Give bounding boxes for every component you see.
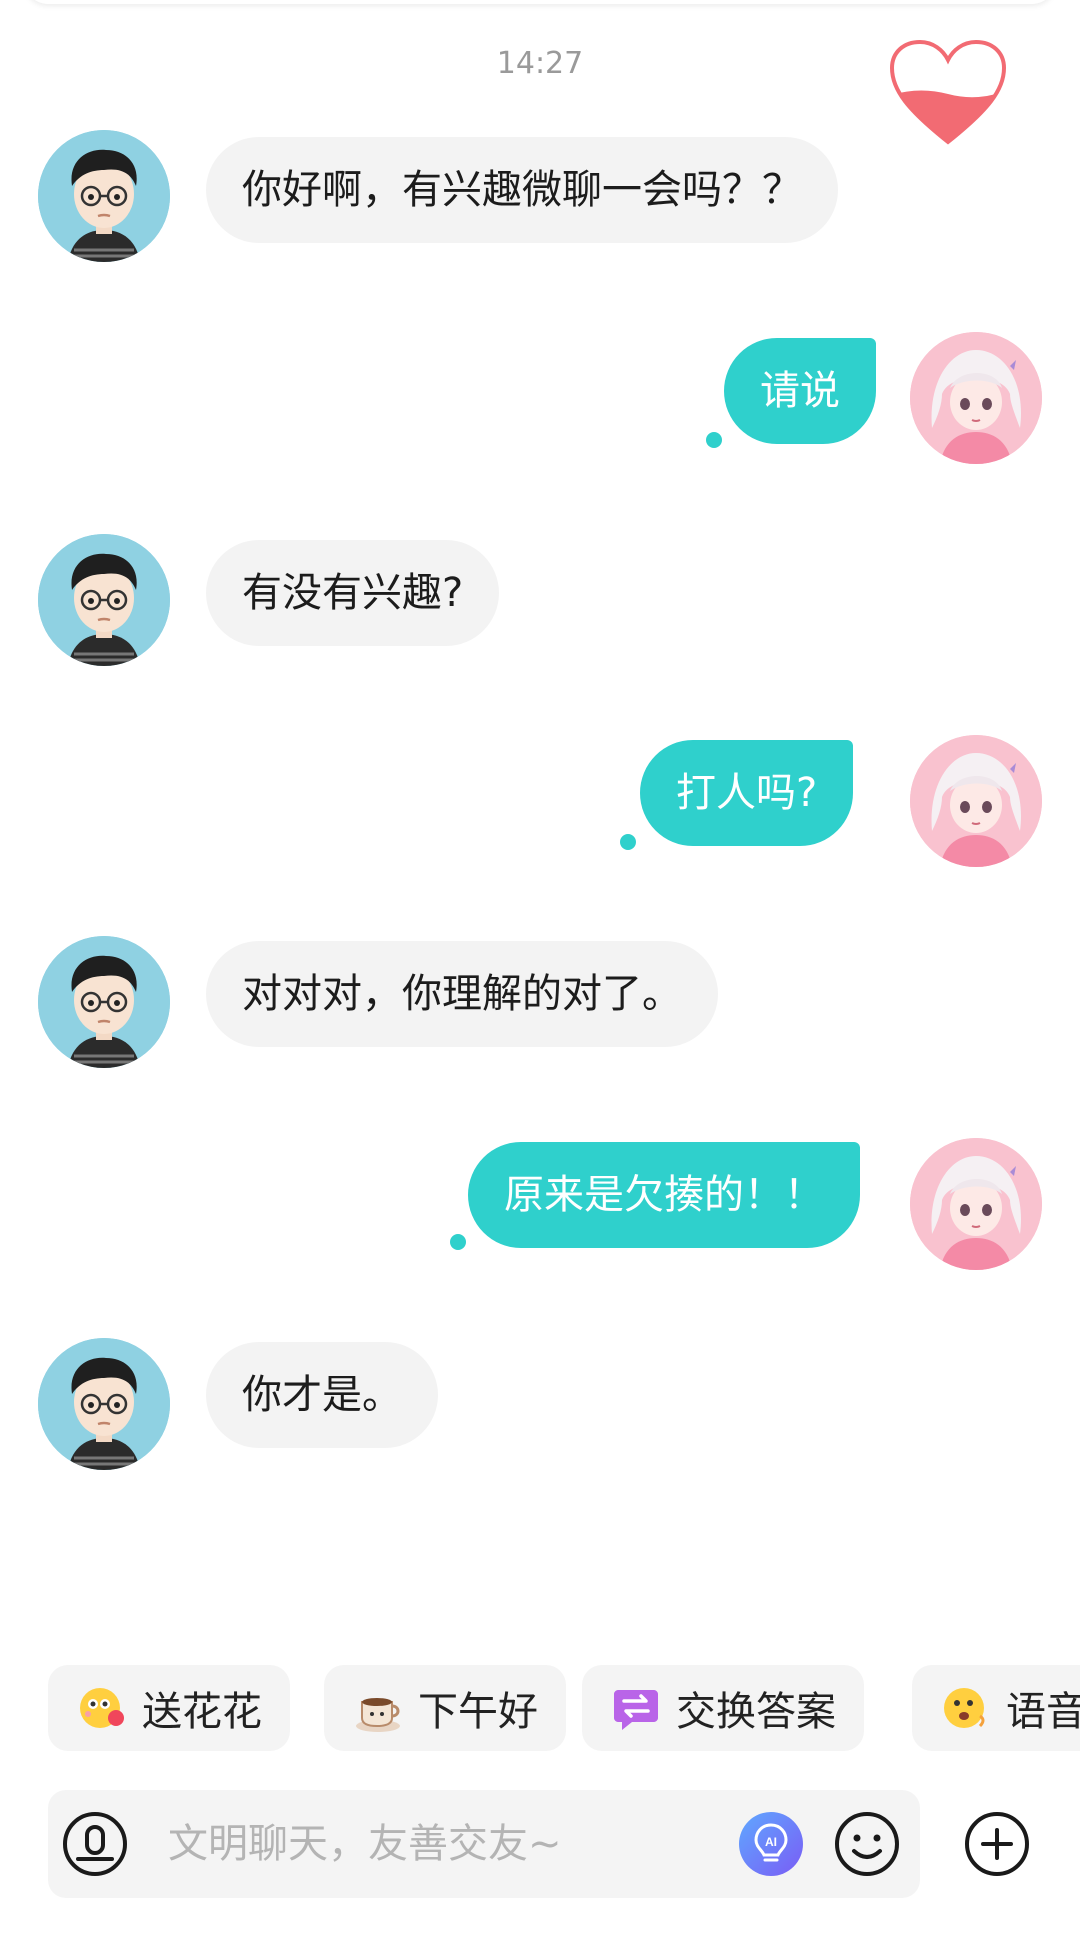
quick-reply-label: 下午好: [418, 1689, 538, 1735]
plus-icon[interactable]: [962, 1809, 1032, 1879]
quick-reply-send-flower[interactable]: 送花花: [48, 1665, 290, 1751]
incoming-message-bubble[interactable]: 对对对，你理解的对了。: [206, 941, 718, 1047]
emoji-smile-icon[interactable]: [832, 1809, 902, 1879]
outgoing-message-bubble[interactable]: 打人吗?: [640, 740, 854, 846]
bubble-tail-dot: [450, 1234, 466, 1250]
exchange-icon: [614, 1690, 658, 1730]
outgoing-message-bubble[interactable]: 原来是欠揍的！！: [468, 1142, 860, 1248]
quick-reply-good-afternoon[interactable]: 下午好: [324, 1665, 566, 1751]
other-avatar[interactable]: [38, 534, 170, 666]
voice-emoji-icon: [944, 1688, 985, 1728]
incoming-message-bubble[interactable]: 你才是。: [206, 1342, 438, 1448]
my-avatar[interactable]: [910, 1138, 1042, 1270]
ai-bulb-icon[interactable]: AI: [736, 1809, 806, 1879]
my-avatar[interactable]: [910, 735, 1042, 867]
svg-text:AI: AI: [765, 1835, 777, 1849]
top-card-edge: [24, 0, 1056, 4]
quick-reply-label: 送花花: [142, 1689, 262, 1735]
my-avatar[interactable]: [910, 332, 1042, 464]
message-input-bar[interactable]: 文明聊天，友善交友~ AI: [48, 1790, 920, 1898]
quick-reply-label: 交换答案: [676, 1689, 836, 1735]
other-avatar[interactable]: [38, 936, 170, 1068]
incoming-message-bubble[interactable]: 你好啊，有兴趣微聊一会吗？？: [206, 137, 838, 243]
coffee-icon: [356, 1698, 400, 1732]
outgoing-message-bubble[interactable]: 请说: [724, 338, 876, 444]
quick-reply-voice[interactable]: 语音: [912, 1665, 1080, 1751]
quick-reply-exchange-answers[interactable]: 交换答案: [582, 1665, 864, 1751]
other-avatar[interactable]: [38, 130, 170, 262]
bubble-tail-dot: [706, 432, 722, 448]
quick-reply-row: 送花花 下午好 交换答案 语音: [48, 1665, 1080, 1753]
bubble-tail-dot: [620, 834, 636, 850]
message-input[interactable]: 文明聊天，友善交友~: [168, 1790, 562, 1898]
quick-reply-label: 语音: [1006, 1689, 1080, 1735]
other-avatar[interactable]: [38, 1338, 170, 1470]
incoming-message-bubble[interactable]: 有没有兴趣?: [206, 540, 500, 646]
voice-mode-icon[interactable]: [60, 1809, 130, 1879]
heart-intimacy-icon[interactable]: [888, 38, 1008, 150]
flower-emoji-icon: [80, 1688, 124, 1728]
